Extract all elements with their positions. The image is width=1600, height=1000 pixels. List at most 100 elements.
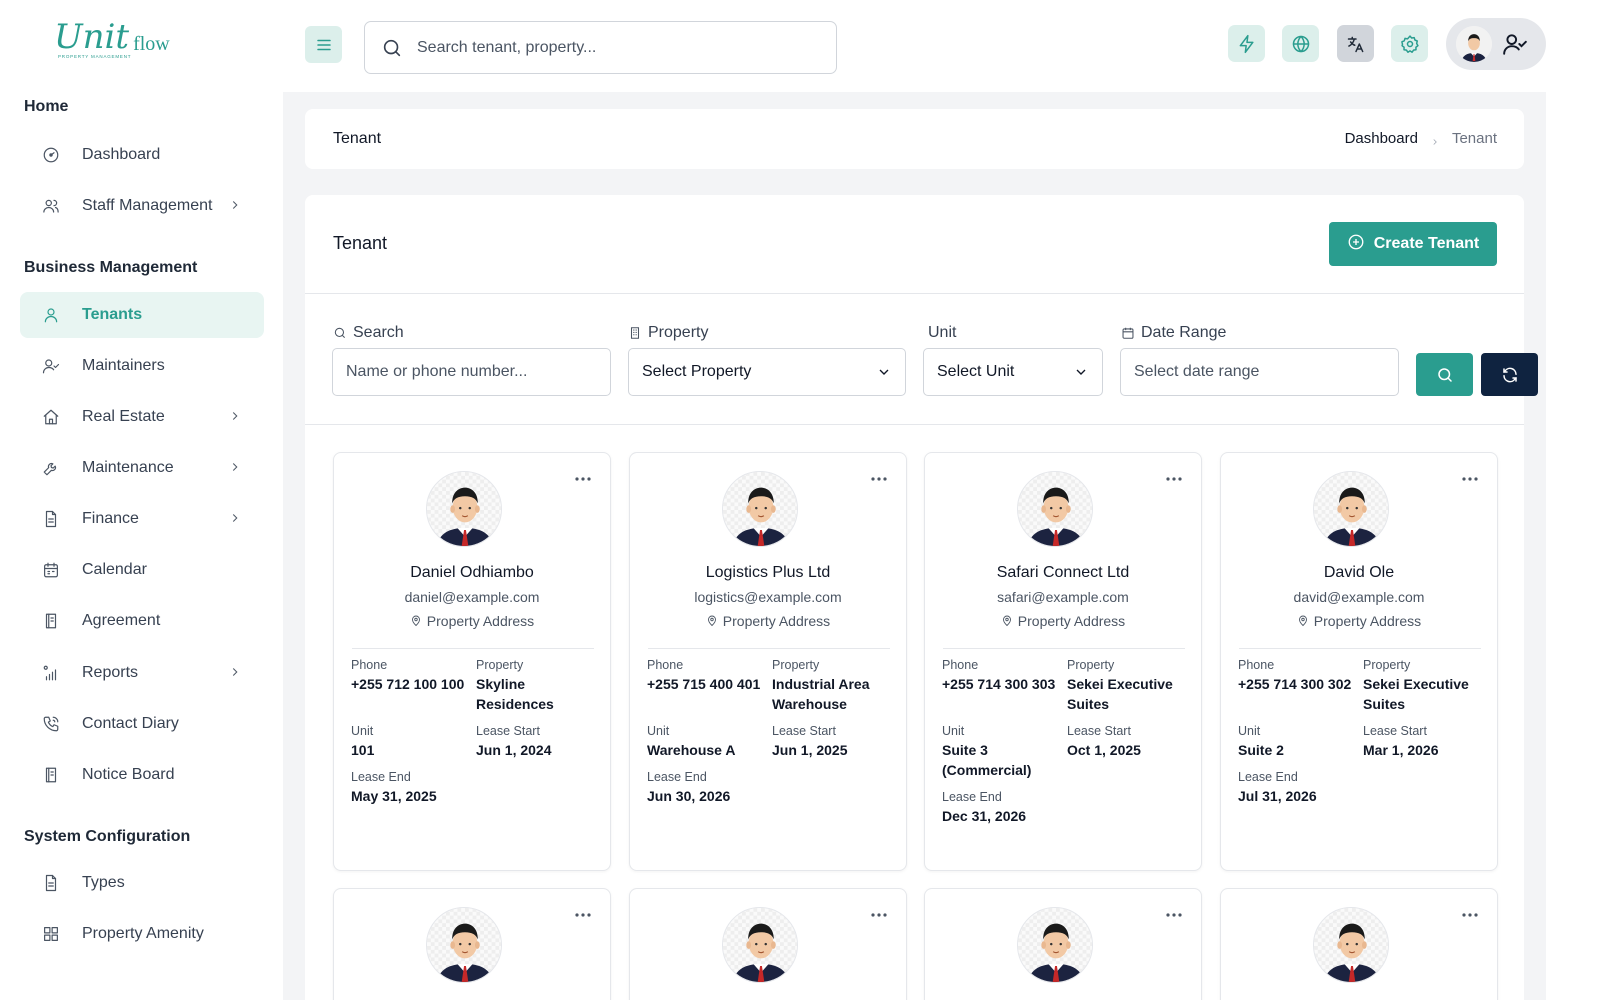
tenant-card[interactable]: David Ole david@example.com Property Addre… <box>1220 452 1498 871</box>
sidebar-item-label: Contact Diary <box>82 715 179 732</box>
sidebar-item-property-amenity[interactable]: Property Amenity <box>20 911 264 957</box>
search-filter-label-text: Search <box>353 324 404 341</box>
search-filter-input[interactable] <box>332 348 611 396</box>
search-icon <box>1437 367 1452 382</box>
sidebar-item-maintainers[interactable]: Maintainers <box>20 343 264 389</box>
phone-label: Phone <box>647 658 684 672</box>
more-options-icon[interactable] <box>870 907 888 917</box>
search-filter-label: Search <box>333 324 404 342</box>
more-options-icon[interactable] <box>1165 471 1183 481</box>
property-filter-label: Property <box>628 324 708 342</box>
menu-toggle-button[interactable] <box>305 26 342 63</box>
tenant-address-text: Property Address <box>426 613 535 629</box>
property-label: Property <box>1363 658 1411 672</box>
more-options-icon[interactable] <box>1461 471 1479 481</box>
avatar <box>1313 907 1389 983</box>
calendar-icon <box>1122 327 1134 339</box>
lease-start-value: Jun 1, 2024 <box>476 742 552 758</box>
quick-actions-button[interactable] <box>1228 25 1265 62</box>
sidebar-item-contact-diary[interactable]: Contact Diary <box>20 701 264 747</box>
panel-title: Tenant <box>333 233 388 253</box>
sidebar-item-finance[interactable]: Finance <box>20 496 264 542</box>
user-menu[interactable] <box>1446 18 1546 70</box>
unit-value: 101 <box>351 742 375 758</box>
search-icon <box>334 327 346 339</box>
sidebar-item-tenants[interactable]: Tenants <box>20 292 264 338</box>
apply-search-button[interactable] <box>1416 353 1473 396</box>
sidebar-item-staff-management[interactable]: Staff Management <box>20 183 264 229</box>
settings-button[interactable] <box>1391 25 1428 62</box>
map-pin-icon <box>1298 615 1307 627</box>
bolt-icon <box>1239 34 1254 53</box>
more-options-icon[interactable] <box>1461 907 1479 917</box>
brand-logo[interactable]: Unit flow <box>54 20 170 54</box>
translate-button[interactable] <box>1337 25 1374 62</box>
lease-start-label: Lease Start <box>1067 724 1131 738</box>
brand-text: flow <box>133 33 170 55</box>
sidebar-item-maintenance[interactable]: Maintenance <box>20 445 264 491</box>
tenant-card[interactable] <box>333 888 611 1000</box>
more-options-icon[interactable] <box>1165 907 1183 917</box>
tenant-email: safari@example.com <box>997 589 1129 605</box>
property-select[interactable]: Select Property <box>628 348 906 396</box>
global-search-input[interactable] <box>417 38 817 57</box>
phone-value: +255 714 300 303 <box>942 676 1056 692</box>
sidebar-item-real-estate[interactable]: Real Estate <box>20 394 264 440</box>
more-options-icon[interactable] <box>870 471 888 481</box>
tenant-card[interactable] <box>629 888 907 1000</box>
sidebar-item-agreement[interactable]: Agreement <box>20 598 264 644</box>
tenant-name: Daniel Odhiambo <box>410 564 534 581</box>
sidebar-item-dashboard[interactable]: Dashboard <box>20 132 264 178</box>
language-button[interactable] <box>1282 25 1319 62</box>
sidebar-item-types[interactable]: Types <box>20 860 264 906</box>
plus-circle-icon <box>1348 234 1364 250</box>
sidebar-item-calendar[interactable]: Calendar <box>20 547 264 593</box>
sidebar-item-label: Dashboard <box>82 146 161 163</box>
phone-label: Phone <box>1238 658 1275 672</box>
property-select-value: Select Property <box>642 363 752 380</box>
grid-icon <box>42 925 60 943</box>
tenant-card[interactable] <box>924 888 1202 1000</box>
users-icon <box>42 197 60 215</box>
unit-filter-label-text: Unit <box>928 324 957 341</box>
more-options-icon[interactable] <box>574 471 592 481</box>
tenant-card[interactable]: Safari Connect Ltd safari@example.com Prop… <box>924 452 1202 871</box>
breadcrumb-dashboard-link[interactable]: Dashboard <box>1345 130 1418 147</box>
tenant-card[interactable] <box>1220 888 1498 1000</box>
unit-label: Unit <box>1238 724 1261 738</box>
unit-value: Suite 2 <box>1238 742 1284 758</box>
book-icon <box>42 612 60 630</box>
property-label: Property <box>1067 658 1115 672</box>
more-options-icon[interactable] <box>574 907 592 917</box>
avatar <box>722 907 798 983</box>
tenant-email: logistics@example.com <box>694 589 842 605</box>
divider <box>305 424 1524 425</box>
lease-start-value: Jun 1, 2025 <box>772 742 848 758</box>
divider <box>352 648 594 649</box>
phone-label: Phone <box>351 658 388 672</box>
tenant-card[interactable]: Logistics Plus Ltd logistics@example.com P… <box>629 452 907 871</box>
sidebar-item-notice-board[interactable]: Notice Board <box>20 752 264 798</box>
property-value: Skyline Residences <box>476 676 554 712</box>
avatar <box>722 471 798 547</box>
date-range-input[interactable] <box>1120 348 1399 396</box>
map-pin-icon <box>411 615 420 627</box>
user-check-icon <box>1502 31 1528 57</box>
divider <box>1239 648 1481 649</box>
divider <box>648 648 890 649</box>
globe-icon <box>1292 35 1309 52</box>
global-search[interactable] <box>364 21 837 74</box>
nav-section-business: Business Management <box>24 259 198 276</box>
tenant-card[interactable]: Daniel Odhiambo daniel@example.com Propert… <box>333 452 611 871</box>
reset-filters-button[interactable] <box>1481 353 1538 396</box>
gear-icon <box>1400 34 1419 53</box>
property-label: Property <box>772 658 820 672</box>
brand-script: Unit <box>54 17 130 57</box>
create-tenant-button[interactable]: Create Tenant <box>1329 222 1497 266</box>
chevron-right-icon <box>228 460 242 474</box>
file-text-icon <box>42 510 60 528</box>
lease-start-label: Lease Start <box>772 724 836 738</box>
building-icon <box>630 327 640 339</box>
sidebar-item-reports[interactable]: Reports <box>20 650 264 696</box>
unit-select[interactable]: Select Unit <box>923 348 1103 396</box>
